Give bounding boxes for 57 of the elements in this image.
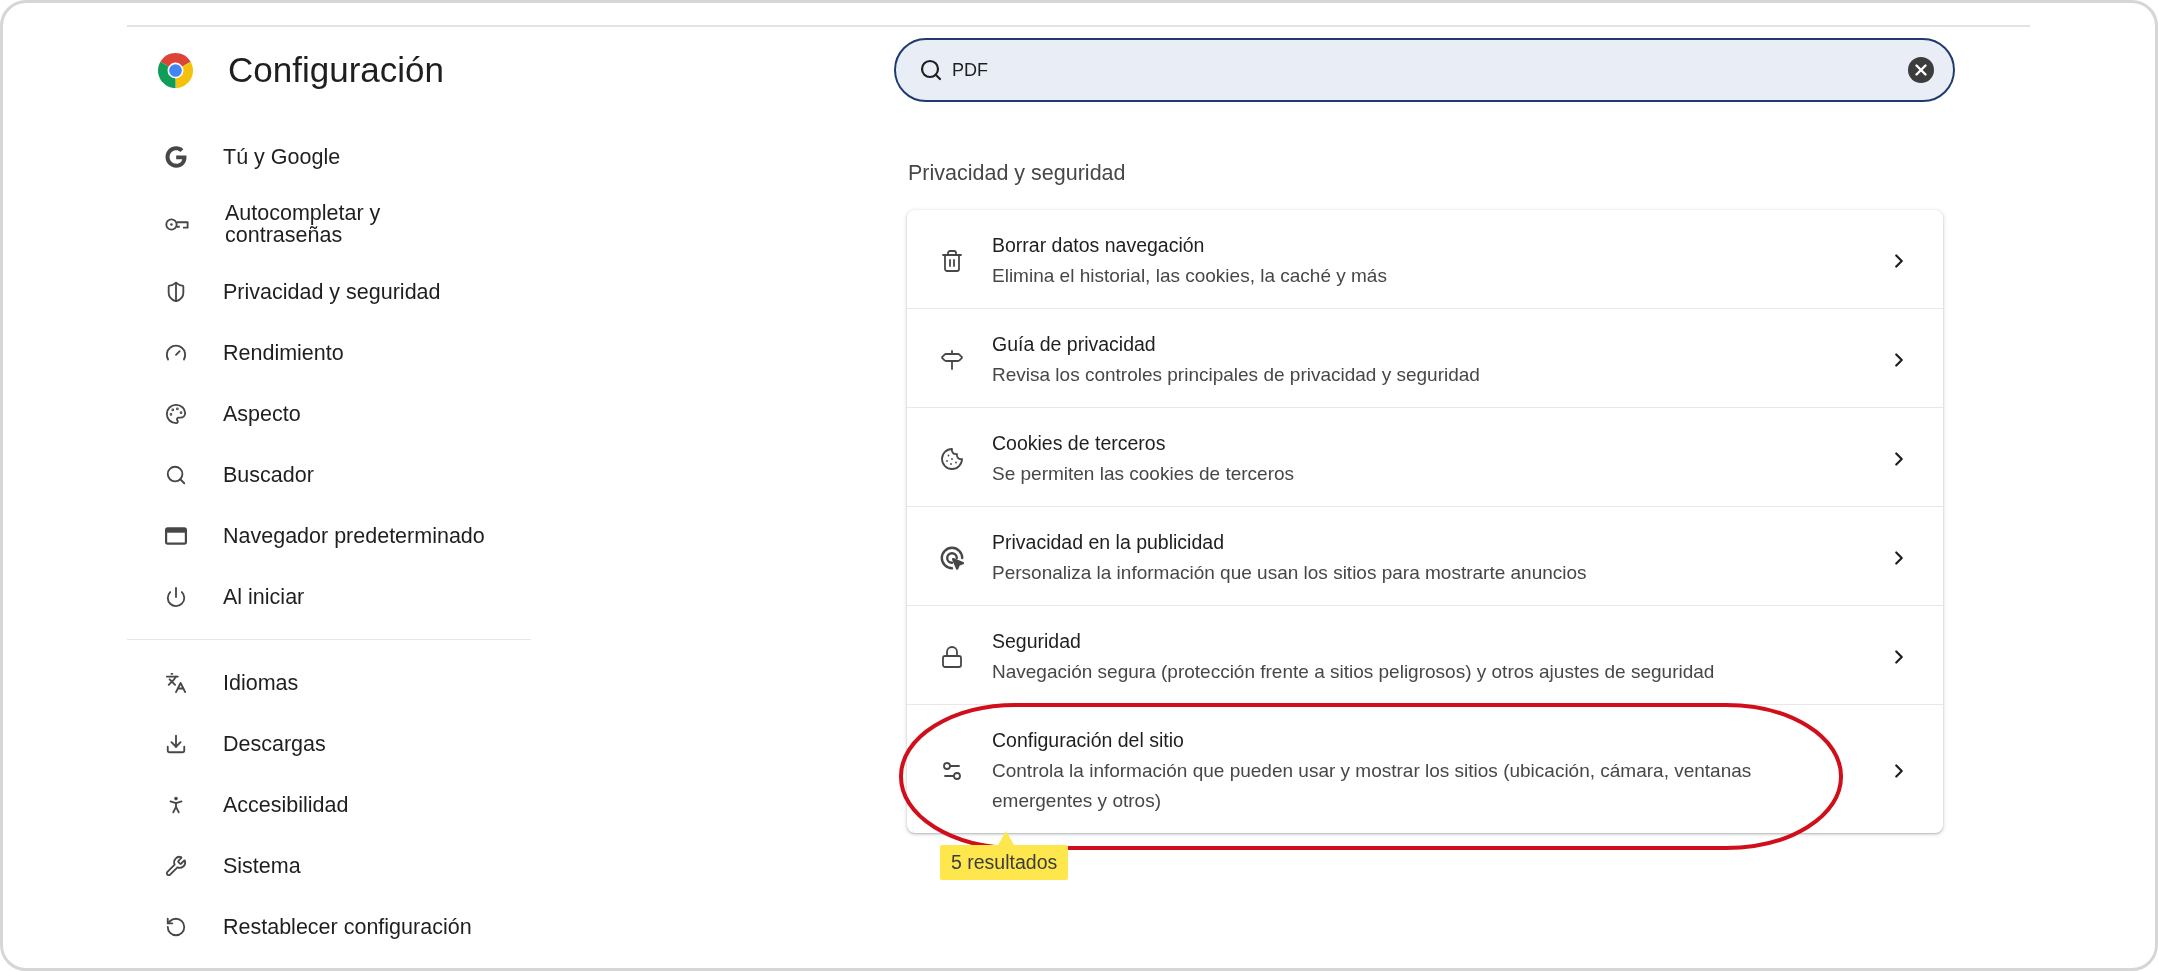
sidebar-item[interactable]: Restablecer configuración [127,896,531,957]
shield-icon [165,280,187,303]
results-tooltip: 5 resultados [940,845,1069,880]
clear-search-icon[interactable] [1908,57,1934,83]
sliders-icon [940,759,964,783]
sidebar-item[interactable]: Descargas [127,713,531,774]
target-cursor-icon [940,546,964,570]
trash-icon [940,249,964,273]
section-heading: Privacidad y seguridad [908,160,1127,186]
sidebar-item[interactable]: Autocompletar y contraseñas [127,187,531,261]
row-title: Configuración del sitio [992,728,1184,753]
download-icon [165,732,187,755]
row-description: Revisa los controles principales de privacidad y seguridad [992,363,1480,387]
translate-icon [165,671,187,694]
settings-row[interactable]: Borrar datos navegación Elimina el historial, las cookies, la caché y más [907,210,1943,308]
browser-window-icon [165,526,187,545]
sidebar-item[interactable]: Privacidad y seguridad [127,261,531,322]
sidebar-item[interactable]: Sistema [127,835,531,896]
lock-icon [940,645,964,669]
app-logo-icon [158,52,193,88]
cookie-icon [940,447,964,471]
row-description: Se permiten las cookies de terceros [992,462,1295,486]
sidebar-item[interactable]: Accesibilidad [127,774,531,835]
search-field[interactable]: PDF [894,38,1955,102]
sidebar-item[interactable]: Idiomas [127,652,531,713]
settings-row[interactable]: Cookies de terceros Se permiten las cookies de terceros [907,407,1943,506]
row-description: Controla la información que pueden usar y mostrar los sitios (ubicación, cámara, ventanas emergentes y otros) [992,759,1753,813]
row-description: Elimina el historial, las cookies, la caché y más [992,264,1387,288]
row-title: Cookies de terceros [992,431,1166,456]
row-description: Navegación segura (protección frente a sitios peligrosos) y otros ajustes de seguridad [992,660,1715,684]
row-title: Seguridad [992,629,1081,654]
sidebar-item[interactable]: Al iniciar [127,566,531,627]
page-title: Configuración [228,50,444,90]
g-logo-icon [165,145,187,168]
search-icon [919,58,943,82]
power-icon [165,585,187,608]
signpost-icon [940,348,964,372]
settings-row[interactable]: Guía de privacidad Revisa los controles principales de privacidad y seguridad [907,308,1943,407]
settings-row[interactable]: Privacidad en la publicidad Personaliza la información que usan los sitios para mostrarte anuncios [907,506,1943,605]
row-title: Borrar datos navegación [992,233,1205,258]
tooltip-pointer-icon [998,831,1014,845]
sidebar-item[interactable]: Buscador [127,444,531,505]
sidebar-item[interactable]: Aspecto [127,383,531,444]
key-icon [165,217,189,231]
search-input[interactable]: PDF [952,58,1899,82]
sidebar-item[interactable]: Tú y Google [127,126,531,187]
sidebar-item[interactable]: Rendimiento [127,322,531,383]
search-icon [165,463,187,486]
reset-icon [165,915,187,938]
sidebar-item[interactable]: Navegador predeterminado [127,505,531,566]
settings-row[interactable]: Seguridad Navegación segura (protección frente a sitios peligrosos) y otros ajustes de seguridad [907,605,1943,704]
settings-row[interactable]: Configuración del sitio Controla la información que pueden usar y mostrar los sitios (ubicación, cámara, ventanas emergentes y otros) [907,704,1943,833]
row-title: Privacidad en la publicidad [992,530,1224,555]
wrench-icon [165,854,187,877]
row-description: Personaliza la información que usan los sitios para mostrarte anuncios [992,561,1587,585]
palette-icon [165,402,187,425]
row-title: Guía de privacidad [992,332,1156,357]
